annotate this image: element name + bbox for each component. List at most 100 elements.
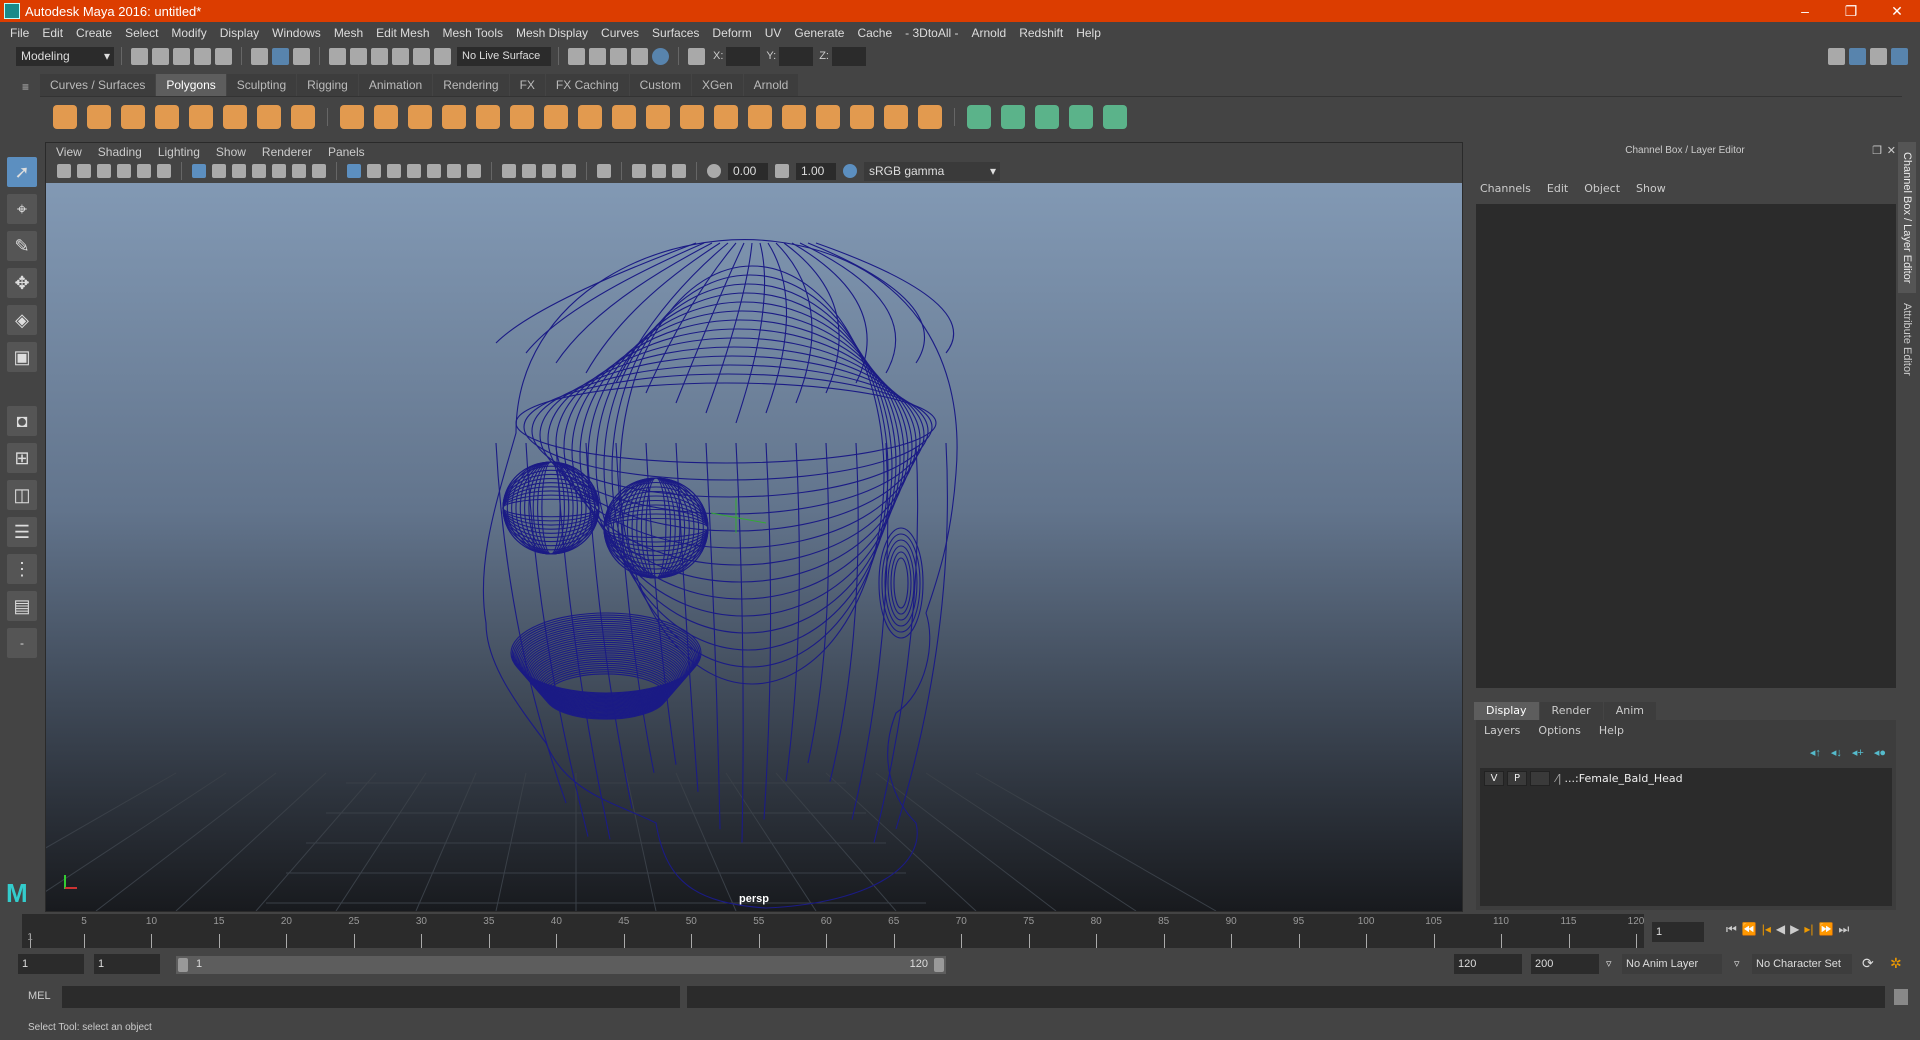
grid-icon[interactable]	[192, 164, 206, 178]
tab-polygons[interactable]: Polygons	[156, 74, 226, 96]
menu-uv[interactable]: UV	[765, 26, 782, 40]
tab-rendering[interactable]: Rendering	[433, 74, 509, 96]
move-tool-icon[interactable]: ✥	[7, 268, 37, 298]
step-forward-frame-icon[interactable]: ▸|	[1804, 922, 1813, 937]
four-view-layout-icon[interactable]: ⊞	[7, 443, 37, 473]
sphere-icon[interactable]	[53, 104, 77, 129]
tab-curves-surfaces[interactable]: Curves / Surfaces	[40, 74, 156, 96]
select-hierarchy-icon[interactable]	[251, 47, 268, 65]
panel-menu-view[interactable]: View	[56, 145, 82, 159]
range-slider[interactable]: 1 120	[176, 956, 946, 974]
lights-icon[interactable]	[427, 164, 441, 178]
pencil-icon[interactable]	[157, 164, 171, 178]
menu-file[interactable]: File	[10, 26, 29, 40]
color-management-toggle-icon[interactable]	[843, 164, 857, 178]
cone-icon[interactable]	[155, 104, 179, 129]
isolate-select-icon[interactable]	[597, 164, 611, 178]
boolean-icon[interactable]	[476, 104, 500, 129]
render-settings-icon[interactable]	[568, 47, 585, 65]
backface-icon[interactable]	[672, 164, 686, 178]
close-button[interactable]: ✕	[1874, 0, 1920, 22]
tab-render[interactable]: Render	[1539, 702, 1603, 720]
smooth-shade-icon[interactable]	[367, 164, 381, 178]
field-chart-icon[interactable]	[272, 164, 286, 178]
save-scene-icon[interactable]	[173, 47, 190, 65]
head-wireframe-model[interactable]	[46, 183, 1462, 911]
uv-layout-icon[interactable]	[1069, 104, 1093, 129]
pyramid-icon[interactable]	[257, 104, 281, 129]
channel-box-toggle-icon[interactable]	[1891, 47, 1908, 65]
xray-active-icon[interactable]	[652, 164, 666, 178]
panel-menu-lighting[interactable]: Lighting	[158, 145, 200, 159]
tab-sculpting[interactable]: Sculpting	[226, 74, 297, 96]
smooth-icon[interactable]	[442, 104, 466, 129]
snap-curve-icon[interactable]	[350, 47, 367, 65]
image-plane-icon[interactable]	[117, 164, 131, 178]
snap-grid-icon[interactable]	[329, 47, 346, 65]
fill-hole-icon[interactable]	[850, 104, 874, 129]
lasso-tool-icon[interactable]: ⌖	[7, 194, 37, 224]
layer-row[interactable]: V P ⁄| ...:Female_Bald_Head	[1480, 768, 1892, 788]
go-to-end-icon[interactable]: ⏭	[1838, 922, 1849, 937]
close-panel-icon[interactable]: ✕	[1887, 144, 1896, 157]
go-to-start-icon[interactable]: ⏮	[1726, 922, 1737, 937]
channel-menu-object[interactable]: Object	[1584, 182, 1620, 195]
xray-joints-icon[interactable]	[632, 164, 646, 178]
mirror-icon[interactable]	[510, 104, 534, 129]
layer-visibility-toggle[interactable]: V	[1484, 770, 1504, 786]
transform-input-icon[interactable]	[688, 47, 705, 65]
shelf-menu-icon[interactable]: ≡	[22, 80, 29, 94]
script-editor-icon[interactable]	[1894, 989, 1908, 1005]
tab-attribute-editor[interactable]: Attribute Editor	[1898, 293, 1916, 386]
select-object-icon[interactable]	[272, 47, 289, 65]
current-frame-field[interactable]: 1	[1652, 922, 1704, 942]
menu-windows[interactable]: Windows	[272, 26, 321, 40]
tab-fx-caching[interactable]: FX Caching	[545, 74, 629, 96]
menu-arnold[interactable]: Arnold	[972, 26, 1007, 40]
open-scene-icon[interactable]	[152, 47, 169, 65]
tab-animation[interactable]: Animation	[358, 74, 433, 96]
channel-menu-show[interactable]: Show	[1636, 182, 1666, 195]
play-forwards-icon[interactable]: ▶	[1790, 922, 1799, 937]
plane-icon[interactable]	[189, 104, 213, 129]
uv-cut-icon[interactable]	[1103, 104, 1127, 129]
time-slider[interactable]: 1 5 10 15 20 25 30 35 40 45 50 55 60 65 70 75 80 85 90 95 10…	[22, 914, 1644, 948]
x-field[interactable]	[726, 46, 761, 66]
insert-edge-loop-icon[interactable]	[680, 104, 704, 129]
live-surface-field[interactable]: No Live Surface	[457, 46, 551, 66]
motion-blur-icon[interactable]	[522, 164, 536, 178]
cylinder-icon[interactable]	[121, 104, 145, 129]
auto-key-icon[interactable]: ⟳	[1862, 955, 1874, 972]
chevron-down-icon[interactable]: ▿	[1606, 957, 1612, 970]
step-back-frame-icon[interactable]: |◂	[1762, 922, 1771, 937]
tab-rigging[interactable]: Rigging	[297, 74, 358, 96]
menu-edit[interactable]: Edit	[42, 26, 63, 40]
render-frame-icon[interactable]	[589, 47, 606, 65]
bevel-icon[interactable]	[612, 104, 636, 129]
select-component-icon[interactable]	[293, 47, 310, 65]
tab-xgen[interactable]: XGen	[691, 74, 743, 96]
snap-view-icon[interactable]	[392, 47, 409, 65]
menu-modify[interactable]: Modify	[171, 26, 206, 40]
menu-3dtoall[interactable]: - 3DtoAll -	[905, 26, 958, 40]
graph-layout-icon[interactable]: ⋮	[7, 554, 37, 584]
minimize-button[interactable]: –	[1782, 0, 1828, 22]
step-forward-key-icon[interactable]: ⏩	[1819, 922, 1834, 937]
tab-display[interactable]: Display	[1474, 702, 1539, 720]
film-gate-icon[interactable]	[212, 164, 226, 178]
attribute-editor-toggle-icon[interactable]	[1849, 47, 1866, 65]
append-icon[interactable]	[646, 104, 670, 129]
grid-toggle-icon[interactable]	[137, 164, 151, 178]
panel-menu-renderer[interactable]: Renderer	[262, 145, 312, 159]
extrude-icon[interactable]	[578, 104, 602, 129]
rotate-tool-icon[interactable]: ◈	[7, 305, 37, 335]
select-tool-icon[interactable]: ➚	[7, 157, 37, 187]
mode-select[interactable]: Modeling ▾	[16, 46, 114, 66]
torus-icon[interactable]	[223, 104, 247, 129]
menu-generate[interactable]: Generate	[794, 26, 844, 40]
float-panel-icon[interactable]: ❐	[1872, 144, 1882, 157]
chevron-down-icon[interactable]: ▿	[1734, 957, 1740, 970]
safe-title-icon[interactable]	[312, 164, 326, 178]
menu-cache[interactable]: Cache	[857, 26, 892, 40]
tab-channel-box[interactable]: Channel Box / Layer Editor	[1898, 142, 1916, 294]
